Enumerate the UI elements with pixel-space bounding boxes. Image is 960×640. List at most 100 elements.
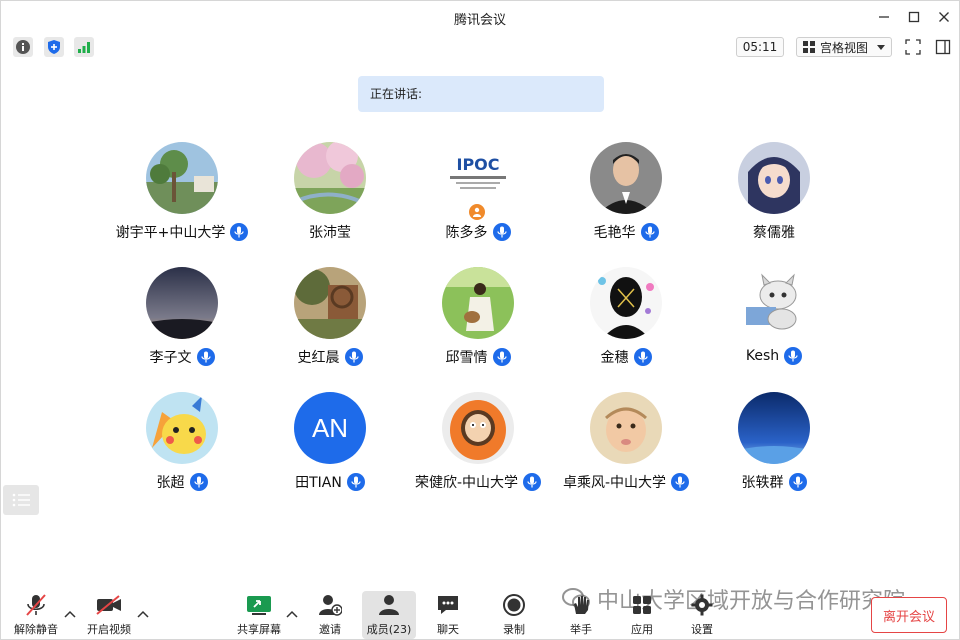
avatar: [442, 267, 514, 339]
meeting-controls: 解除静音 开启视频 共享屏幕 邀请 成员(23) 聊天 录制 举手 应用 设置: [1, 589, 959, 640]
microphone-on-icon: [784, 347, 803, 365]
add-user-icon: [319, 595, 342, 616]
caret-down-icon: [877, 45, 885, 50]
raise-hand-icon: [574, 596, 589, 614]
apps-button[interactable]: 应用: [620, 591, 664, 639]
meeting-timer: 05:11: [736, 37, 784, 57]
microphone-on-icon: [492, 348, 511, 366]
participant-tile[interactable]: 荣健欣-中山大学: [403, 392, 553, 502]
maximize-icon: [908, 11, 920, 23]
avatar: [590, 142, 662, 214]
microphone-on-icon: [633, 348, 652, 366]
participant-name: 张轶群: [741, 475, 784, 491]
participant-name: 蔡儒雅: [753, 225, 795, 241]
chat-icon: [438, 596, 458, 614]
leave-meeting-button[interactable]: 离开会议: [871, 597, 947, 633]
avatar: [738, 267, 810, 339]
sidebar-toggle-button[interactable]: [933, 37, 953, 57]
microphone-muted-icon: [26, 594, 46, 616]
participant-name: 李子文: [149, 350, 192, 366]
participant-tile[interactable]: Kesh: [699, 267, 849, 377]
members-button[interactable]: 成员(23): [362, 591, 416, 639]
avatar: [294, 142, 366, 214]
microphone-on-icon: [640, 223, 659, 241]
window-title: 腾讯会议: [453, 13, 506, 28]
title-bar: 腾讯会议: [1, 1, 959, 33]
avatar: [442, 392, 514, 464]
grid-view-icon: [803, 41, 815, 53]
participant-name: 金穗: [600, 350, 629, 366]
record-button[interactable]: 录制: [492, 591, 536, 639]
invite-button[interactable]: 邀请: [307, 591, 353, 639]
participant-list-toggle[interactable]: [3, 485, 39, 515]
signal-bars-icon: [78, 42, 90, 53]
microphone-on-icon: [671, 473, 690, 491]
participant-name: 卓乘风-中山大学: [562, 475, 667, 491]
info-icon: [16, 40, 30, 54]
audio-options-caret-icon[interactable]: [64, 609, 76, 619]
user-icon: [473, 207, 481, 217]
avatar-initials: AN: [294, 392, 366, 464]
participant-name: 张超: [156, 475, 185, 491]
participant-tile[interactable]: AN 田TIAN: [255, 392, 405, 502]
participant-tile[interactable]: 卓乘风-中山大学: [551, 392, 701, 502]
participant-name: 张沛莹: [309, 225, 351, 241]
share-screen-button[interactable]: 共享屏幕: [234, 591, 284, 639]
minimize-button[interactable]: [873, 7, 895, 27]
active-speaker-banner: 正在讲话:: [358, 76, 604, 112]
network-signal-button[interactable]: [74, 37, 94, 57]
participant-tile[interactable]: IPOC 陈多多: [403, 142, 553, 252]
avatar: [590, 267, 662, 339]
microphone-on-icon: [230, 223, 249, 241]
meeting-toolbar: 05:11 宫格视图: [1, 33, 959, 61]
participant-name: 谢宇平+中山大学: [115, 225, 226, 241]
host-badge: [469, 204, 485, 220]
view-mode-label: 宫格视图: [820, 40, 869, 55]
avatar: [294, 267, 366, 339]
close-button[interactable]: [933, 7, 955, 27]
microphone-on-icon: [788, 473, 807, 491]
participant-name: 史红晨: [297, 350, 340, 366]
members-icon: [379, 595, 399, 615]
microphone-on-icon: [196, 348, 215, 366]
participant-tile[interactable]: 张超: [107, 392, 257, 502]
chat-button[interactable]: 聊天: [426, 591, 470, 639]
participant-name: 田TIAN: [295, 475, 342, 491]
fullscreen-button[interactable]: [903, 37, 923, 57]
start-video-button[interactable]: 开启视频: [83, 591, 135, 639]
participant-tile[interactable]: 蔡儒雅: [699, 142, 849, 252]
participant-name: 毛艳华: [593, 225, 636, 241]
participant-name: 邱雪情: [445, 350, 488, 366]
participant-tile[interactable]: 张轶群: [699, 392, 849, 502]
minimize-icon: [879, 16, 889, 18]
settings-button[interactable]: 设置: [680, 591, 724, 639]
participant-tile[interactable]: 史红晨: [255, 267, 405, 377]
avatar: [146, 267, 218, 339]
participant-tile[interactable]: 张沛莹: [255, 142, 405, 252]
shield-icon: [48, 40, 60, 54]
video-options-caret-icon[interactable]: [137, 609, 149, 619]
share-options-caret-icon[interactable]: [286, 609, 298, 619]
microphone-on-icon: [346, 473, 365, 491]
share-screen-icon: [247, 596, 271, 615]
participant-tile[interactable]: 李子文: [107, 267, 257, 377]
unmute-button[interactable]: 解除静音: [11, 591, 61, 639]
avatar: [146, 392, 218, 464]
microphone-on-icon: [189, 473, 208, 491]
participant-tile[interactable]: 谢宇平+中山大学: [107, 142, 257, 252]
video-off-icon: [96, 595, 121, 615]
participant-tile[interactable]: 毛艳华: [551, 142, 701, 252]
microphone-on-icon: [492, 223, 511, 241]
avatar: [590, 392, 662, 464]
participant-tile[interactable]: 金穗: [551, 267, 701, 377]
fullscreen-icon: [905, 39, 921, 55]
maximize-button[interactable]: [903, 7, 925, 27]
avatar-initials-text: AN: [311, 412, 349, 443]
participant-name: 荣健欣-中山大学: [414, 475, 519, 491]
security-button[interactable]: [44, 37, 64, 57]
participant-tile[interactable]: 邱雪情: [403, 267, 553, 377]
raise-hand-button[interactable]: 举手: [559, 591, 603, 639]
apps-grid-icon: [633, 596, 651, 614]
view-mode-select[interactable]: 宫格视图: [796, 37, 892, 57]
meeting-info-button[interactable]: [13, 37, 33, 57]
